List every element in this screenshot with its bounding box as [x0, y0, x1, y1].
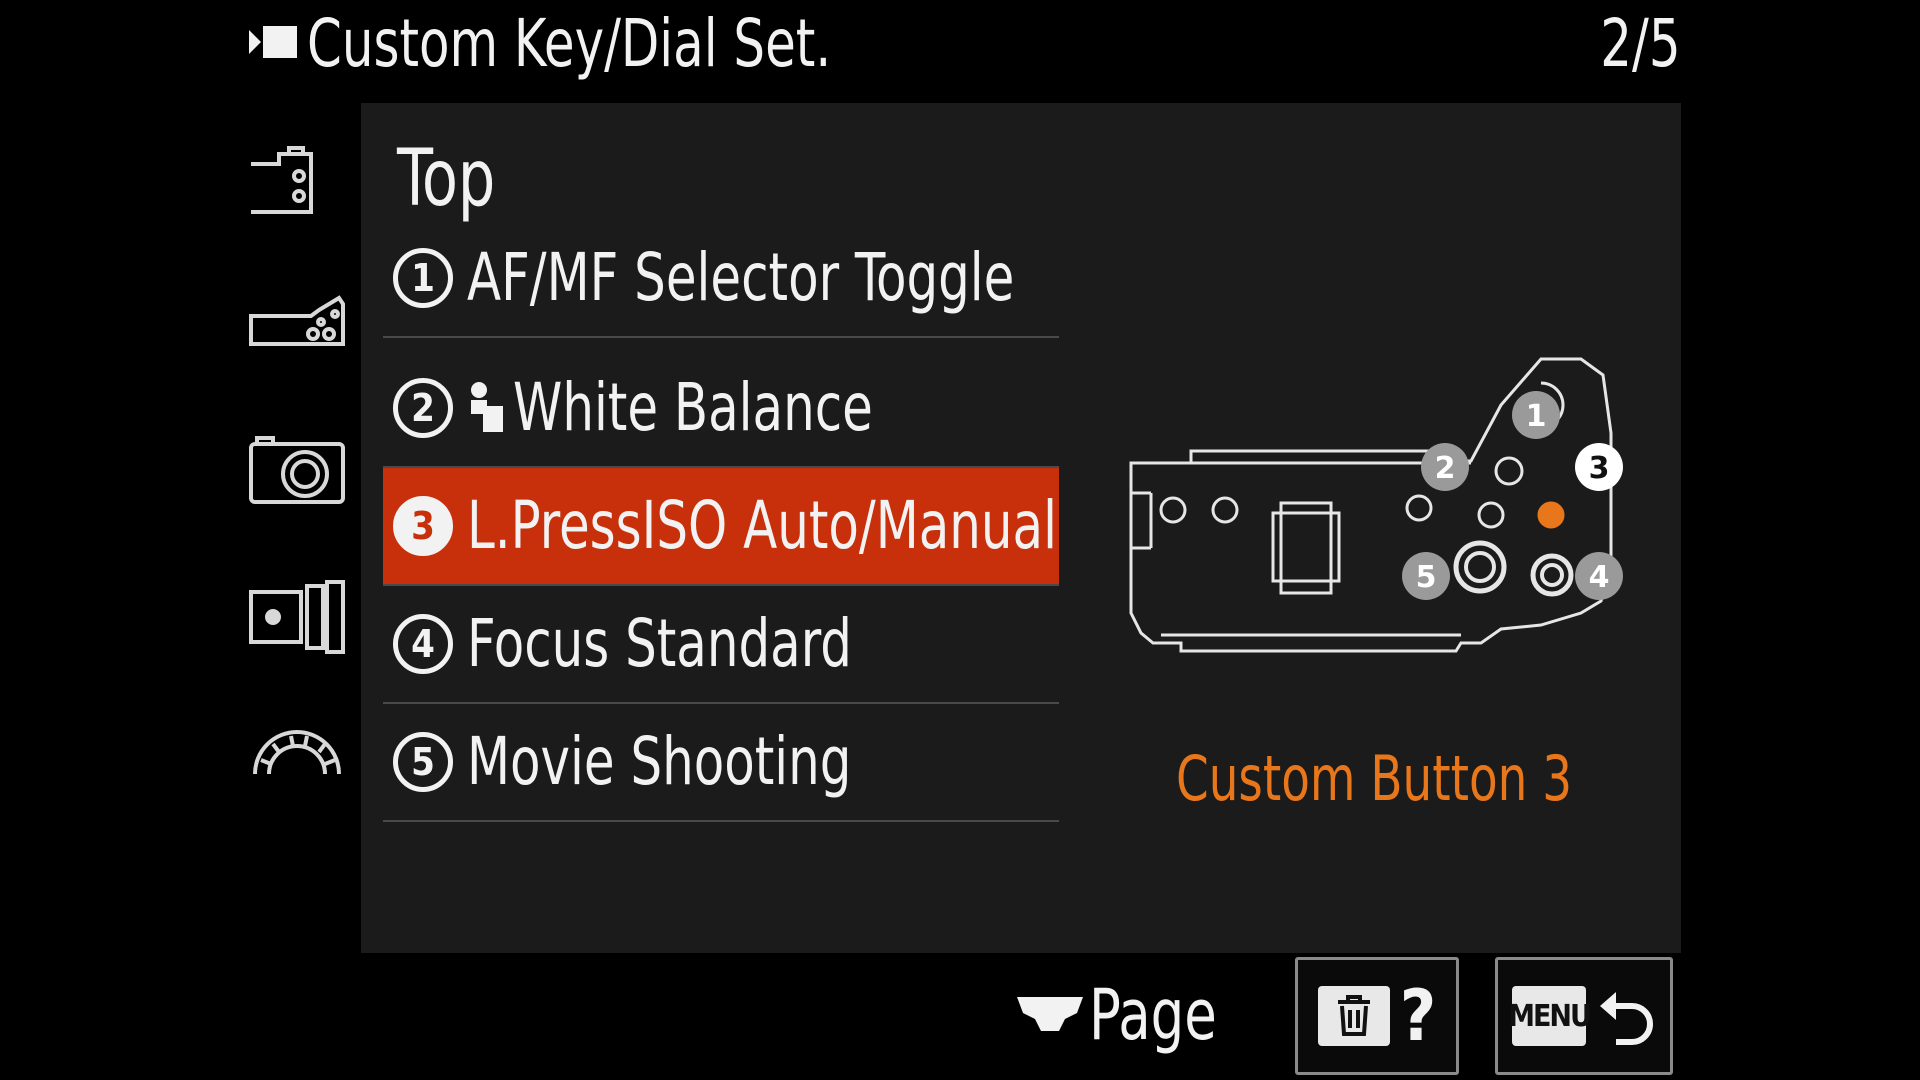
delete-help-button[interactable]: ?	[1295, 957, 1459, 1075]
help-icon: ?	[1399, 975, 1437, 1057]
footer: Page ? MENU	[0, 955, 1920, 1080]
menu-item-label: Focus Standard	[467, 605, 852, 682]
menu-item-l-press-iso-auto-manual[interactable]: 3 L.PressISO Auto/Manual	[383, 468, 1059, 586]
header: Custom Key/Dial Set. 2/5	[245, 0, 1685, 100]
number-badge: 4	[393, 614, 453, 674]
callout-2: 2	[1435, 451, 1456, 486]
menu-item-label: L.PressISO Auto/Manual	[467, 487, 1057, 564]
callout-5: 5	[1416, 560, 1437, 595]
callout-4: 4	[1589, 560, 1610, 595]
page-label: Page	[1089, 974, 1217, 1056]
menu-list: 1 AF/MF Selector Toggle 2 White Balance …	[383, 239, 1059, 822]
number-badge: 2	[393, 378, 453, 438]
page-title: Custom Key/Dial Set.	[307, 5, 832, 82]
number-badge: 1	[393, 248, 453, 308]
menu-item-white-balance[interactable]: 2 White Balance	[383, 350, 1059, 468]
menu-item-label: AF/MF Selector Toggle	[467, 239, 1015, 316]
lens-icon[interactable]	[245, 572, 349, 656]
back-arrow-icon	[1600, 992, 1653, 1045]
menu-key-icon: MENU	[1508, 986, 1592, 1046]
custom-button-caption: Custom Button 3	[1176, 742, 1572, 815]
main-panel: Top 1 AF/MF Selector Toggle 2 White Bala…	[361, 103, 1681, 953]
camera-top-diagram: 1 2 3 4 5	[1129, 357, 1623, 653]
movie-mode-icon	[249, 26, 297, 58]
dial-icon[interactable]	[245, 716, 349, 800]
number-badge: 3	[393, 496, 453, 556]
menu-item-label: Movie Shooting	[467, 723, 852, 800]
menu-item-af-mf-selector-toggle[interactable]: 1 AF/MF Selector Toggle	[383, 220, 1059, 338]
camera-top-buttons-icon[interactable]	[245, 284, 349, 368]
page-indicator: 2/5	[1600, 5, 1681, 82]
number-badge: 5	[393, 732, 453, 792]
menu-item-movie-shooting[interactable]: 5 Movie Shooting	[383, 704, 1059, 822]
menu-item-focus-standard[interactable]: 4 Focus Standard	[383, 586, 1059, 704]
camera-back-buttons-icon[interactable]	[245, 140, 349, 224]
section-title: Top	[397, 134, 496, 224]
callout-3: 3	[1589, 451, 1610, 486]
callout-1: 1	[1526, 399, 1547, 434]
sidebar	[245, 132, 355, 812]
control-wheel-icon	[1017, 997, 1083, 1031]
white-balance-icon	[471, 382, 503, 432]
menu-back-button[interactable]: MENU	[1495, 957, 1673, 1075]
menu-item-label: White Balance	[513, 369, 873, 446]
camera-front-icon[interactable]	[245, 428, 349, 512]
trash-icon	[1317, 986, 1390, 1046]
page-hint: Page	[1015, 975, 1241, 1055]
